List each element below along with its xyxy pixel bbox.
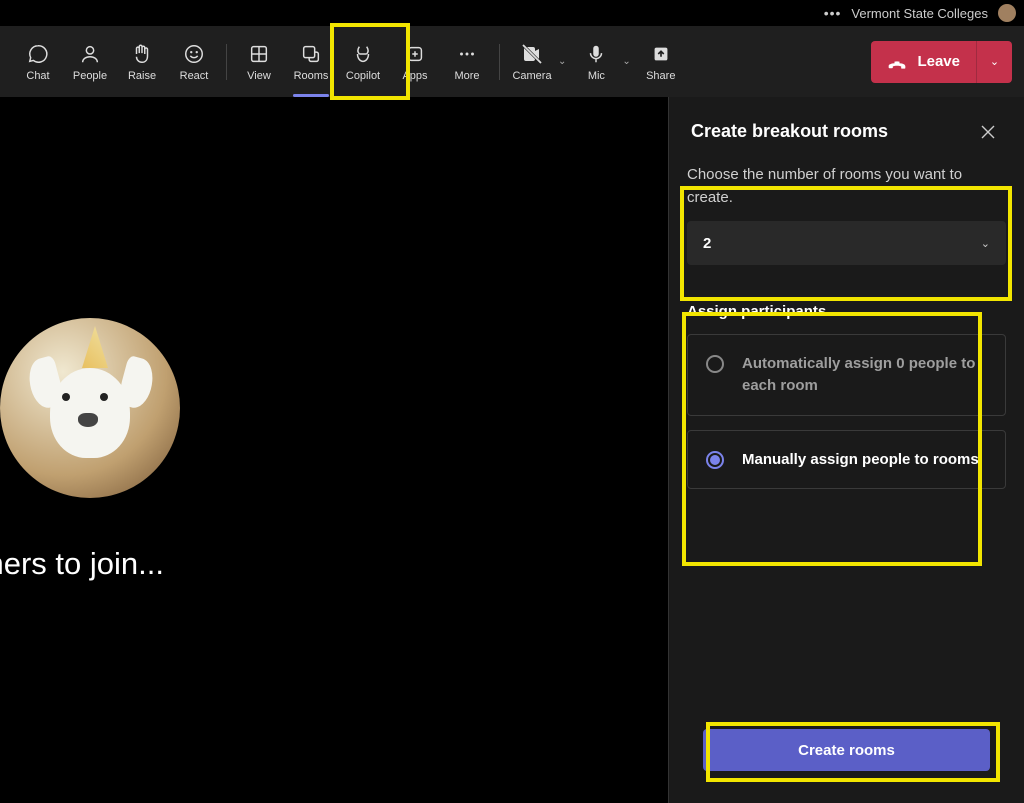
camera-chevron-icon[interactable]: ⌄ (558, 56, 566, 67)
room-count-value: 2 (703, 235, 711, 252)
room-count-select[interactable]: 2 ⌄ (687, 221, 1006, 265)
breakout-rooms-panel: Create breakout rooms Choose the number … (668, 97, 1024, 803)
more-button[interactable]: More (441, 32, 493, 92)
mic-button[interactable]: Mic (570, 32, 622, 92)
assign-manual-option[interactable]: Manually assign people to rooms (687, 430, 1006, 490)
panel-close-button[interactable] (974, 123, 1002, 141)
more-dots-icon[interactable]: ••• (824, 5, 842, 21)
close-icon (980, 124, 996, 140)
chat-icon (27, 41, 49, 67)
toolbar-divider (226, 44, 227, 80)
chevron-down-icon: ⌄ (990, 55, 999, 68)
apps-button[interactable]: Apps (389, 32, 441, 92)
share-icon (650, 41, 672, 67)
react-icon (183, 41, 205, 67)
react-button[interactable]: React (168, 32, 220, 92)
apps-icon (404, 41, 426, 67)
panel-title: Create breakout rooms (691, 121, 888, 142)
chat-button[interactable]: Chat (12, 32, 64, 92)
leave-label: Leave (917, 53, 960, 70)
meeting-toolbar: Chat People Raise React View Rooms (0, 26, 1024, 97)
title-bar: ••• Vermont State Colleges (0, 0, 1024, 26)
leave-button[interactable]: Leave (871, 41, 976, 83)
create-rooms-button[interactable]: Create rooms (703, 729, 990, 771)
people-button[interactable]: People (64, 32, 116, 92)
org-name: Vermont State Colleges (851, 6, 988, 21)
participant-avatar (0, 318, 180, 498)
mic-chevron-icon[interactable]: ⌄ (622, 56, 630, 67)
assign-auto-label: Automatically assign 0 people to each ro… (742, 353, 987, 397)
phone-down-icon (887, 52, 907, 72)
camera-off-icon (520, 41, 544, 67)
waiting-status-text: g for others to join... (0, 546, 164, 582)
radio-checked-icon (706, 451, 724, 469)
copilot-icon (352, 41, 374, 67)
more-icon (456, 41, 478, 67)
toolbar-divider (499, 44, 500, 80)
raise-hand-button[interactable]: Raise (116, 32, 168, 92)
copilot-button[interactable]: Copilot (337, 32, 389, 92)
rooms-icon (300, 41, 322, 67)
leave-dropdown[interactable]: ⌄ (976, 41, 1012, 83)
assign-auto-option[interactable]: Automatically assign 0 people to each ro… (687, 334, 1006, 416)
view-button[interactable]: View (233, 32, 285, 92)
raise-hand-icon (131, 41, 153, 67)
chevron-down-icon: ⌄ (981, 237, 990, 250)
people-icon (79, 41, 101, 67)
assign-heading: Assign participants (687, 303, 1006, 320)
assign-manual-label: Manually assign people to rooms (742, 449, 979, 471)
mic-icon (585, 41, 607, 67)
camera-button[interactable]: Camera (506, 32, 558, 92)
room-count-label: Choose the number of rooms you want to c… (687, 164, 1006, 209)
radio-unchecked-icon (706, 355, 724, 373)
view-icon (248, 41, 270, 67)
rooms-button[interactable]: Rooms (285, 32, 337, 92)
user-avatar[interactable] (998, 4, 1016, 22)
share-button[interactable]: Share (635, 32, 687, 92)
meeting-stage: g for others to join... (0, 97, 668, 803)
